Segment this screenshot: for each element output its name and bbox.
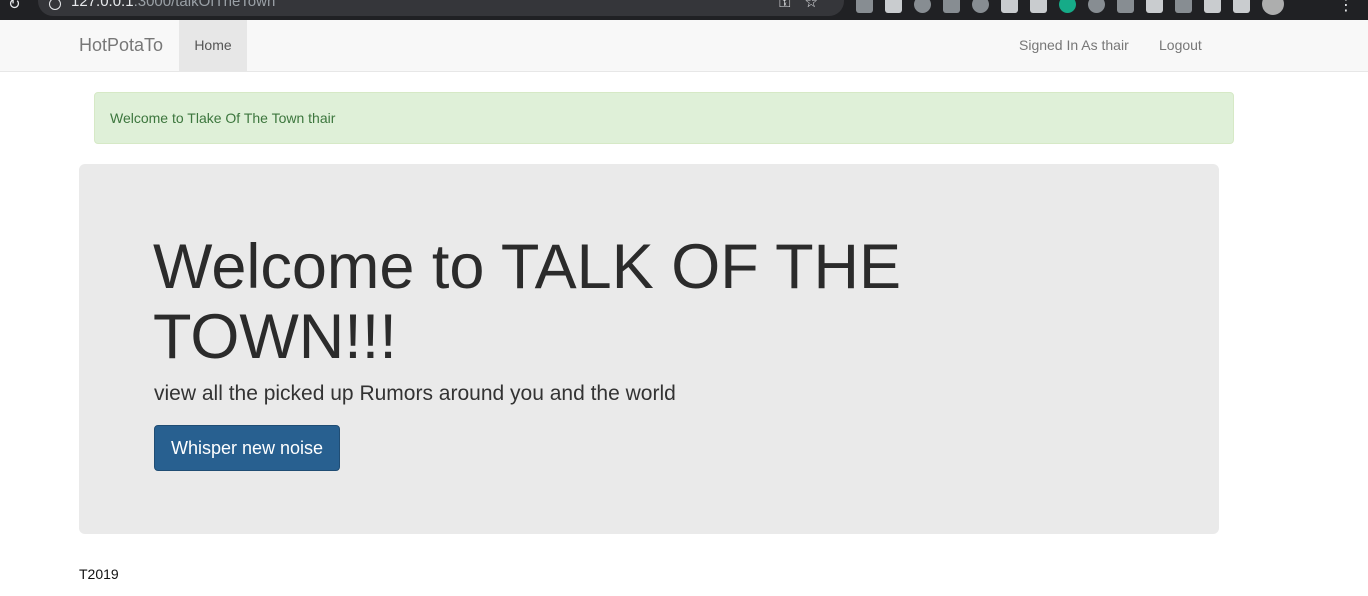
extension-new-icon[interactable]: [885, 0, 902, 13]
welcome-alert: Welcome to Tlake Of The Town thair: [94, 92, 1234, 144]
browser-toolbar: ↻ 127.0.0.1:3000/talkOfTheTown ⚿☆ ⋮: [0, 0, 1368, 20]
more-menu-icon[interactable]: ⋮: [1338, 0, 1354, 14]
notion-icon[interactable]: [1146, 0, 1163, 13]
alert-message: Welcome to Tlake Of The Town thair: [110, 110, 336, 126]
extension-icon[interactable]: [1117, 0, 1134, 13]
page-title: Welcome to TALK OF THE TOWN!!!: [153, 232, 902, 372]
extension-icon[interactable]: [1030, 0, 1047, 13]
extension-icon[interactable]: [1001, 0, 1018, 13]
react-devtools-icon[interactable]: [914, 0, 931, 13]
omnibox-icons: ⚿☆: [779, 0, 832, 11]
page-subtitle: view all the picked up Rumors around you…: [154, 382, 676, 405]
grammarly-icon[interactable]: [1059, 0, 1076, 13]
navbar: HotPotaTo Home Signed In As thair Logout: [0, 20, 1368, 72]
signed-in-link[interactable]: Signed In As thair: [1019, 37, 1129, 53]
whisper-new-noise-button[interactable]: Whisper new noise: [154, 425, 340, 471]
nav-home-link[interactable]: Home: [179, 20, 247, 71]
logout-link[interactable]: Logout: [1159, 37, 1202, 53]
extension-icon[interactable]: [943, 0, 960, 13]
address-bar[interactable]: 127.0.0.1:3000/talkOfTheTown ⚿☆: [38, 0, 844, 16]
puzzle-extensions-icon[interactable]: [1204, 0, 1221, 13]
extension-icon[interactable]: [1175, 0, 1192, 13]
reload-icon[interactable]: ↻: [8, 0, 21, 13]
bookmark-star-icon[interactable]: ☆: [805, 0, 832, 11]
extension-icon[interactable]: [1088, 0, 1105, 13]
extension-icon[interactable]: [972, 0, 989, 13]
extension-icon[interactable]: [856, 0, 873, 13]
extensions-bar: [856, 0, 1284, 15]
url-path: :3000/talkOfTheTown: [133, 0, 276, 10]
site-info-icon[interactable]: [49, 0, 61, 10]
media-control-icon[interactable]: [1233, 0, 1250, 13]
brand-link[interactable]: HotPotaTo: [79, 35, 163, 56]
profile-avatar[interactable]: [1262, 0, 1284, 15]
address-url[interactable]: 127.0.0.1:3000/talkOfTheTown: [71, 0, 275, 10]
jumbotron: Welcome to TALK OF THE TOWN!!! view all …: [79, 164, 1219, 534]
key-icon[interactable]: ⚿: [779, 0, 804, 11]
url-host: 127.0.0.1: [71, 0, 134, 10]
footer-text: T2019: [79, 566, 119, 582]
